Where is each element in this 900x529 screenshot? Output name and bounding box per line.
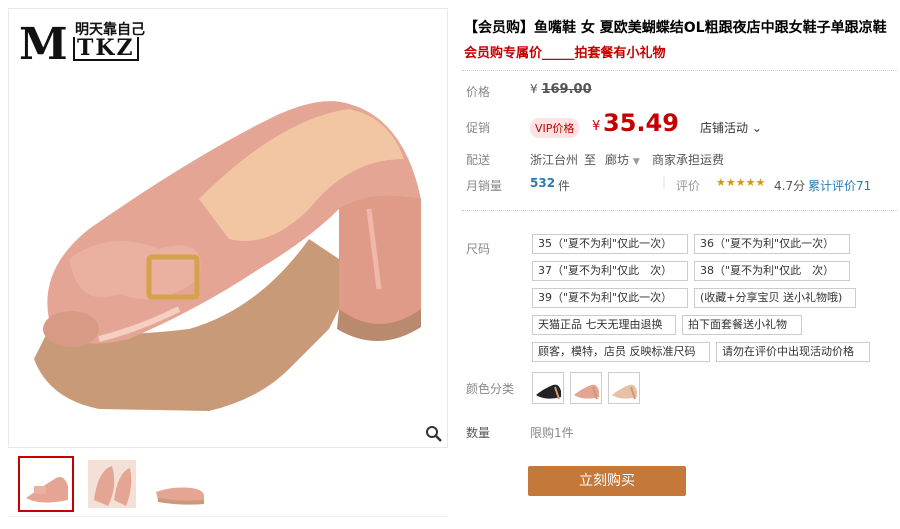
size-option[interactable]: (收藏+分享宝贝 送小礼物哦) xyxy=(694,288,856,308)
size-option[interactable]: 39（"夏不为利"仅此一次） xyxy=(532,288,688,308)
delivery-label: 配送 xyxy=(466,153,491,167)
thumbnail-1[interactable] xyxy=(18,456,74,512)
size-option[interactable]: 顾客，模特，店员 反映标准尺码 xyxy=(532,342,710,362)
delivery-carrier: 商家承担运费 xyxy=(652,153,725,167)
shop-activity-dropdown[interactable]: 店铺活动 ⌄ xyxy=(700,119,762,136)
size-option[interactable]: 拍下面套餐送小礼物 xyxy=(682,315,802,335)
original-price: ¥ 169.00 xyxy=(530,82,592,97)
size-option[interactable]: 38（"夏不为利"仅此 次） xyxy=(694,261,850,281)
promo-label: 促销 xyxy=(466,121,491,135)
price-block: 价格 ¥ 169.00 促销 VIP价格 ¥ 35.49 店铺活动 ⌄ 配送 浙… xyxy=(462,70,898,201)
divider-line xyxy=(462,210,898,211)
star-rating-icon: ★★★★★ xyxy=(716,176,766,189)
thumbnail-3[interactable] xyxy=(152,456,208,512)
price-label: 价格 xyxy=(466,85,491,99)
rating-score: 4.7分 xyxy=(774,179,806,193)
quantity-label: 数量 xyxy=(466,426,491,440)
product-subtitle: 会员购专属价_____拍套餐有小礼物 xyxy=(464,46,666,61)
thumbnail-strip xyxy=(8,456,448,517)
color-label: 颜色分类 xyxy=(466,382,515,396)
color-swatch-pink[interactable] xyxy=(570,372,602,404)
size-option[interactable]: 请勿在评价中出现活动价格 xyxy=(716,342,870,362)
promo-currency: ¥ xyxy=(592,119,601,134)
delivery-to: 至 xyxy=(584,153,597,167)
sales-unit: 件 xyxy=(558,179,571,193)
product-gallery: M 明天靠自己 TKZ xyxy=(8,8,448,523)
divider: | xyxy=(662,175,667,189)
buy-now-button[interactable]: 立刻购买 xyxy=(528,466,686,496)
delivery-destination-select[interactable]: 廊坊 ▼ xyxy=(605,151,640,168)
size-option[interactable]: 37（"夏不为利"仅此 次） xyxy=(532,261,688,281)
zoom-icon[interactable] xyxy=(425,425,443,443)
color-swatch-black[interactable] xyxy=(532,372,564,404)
review-count-link[interactable]: 累计评价71 xyxy=(808,177,871,194)
color-swatch-nude[interactable] xyxy=(608,372,640,404)
sales-label: 月销量 xyxy=(466,179,503,193)
sales-count: 532 xyxy=(530,176,556,190)
size-option[interactable]: 36（"夏不为利"仅此一次） xyxy=(694,234,850,254)
size-option[interactable]: 35（"夏不为利"仅此一次） xyxy=(532,234,688,254)
caret-down-icon: ▼ xyxy=(632,157,640,167)
rating-label: 评价 xyxy=(676,179,701,193)
shoe-illustration xyxy=(34,101,421,411)
product-info: 【会员购】鱼嘴鞋 女 夏欧美蝴蝶结OL粗跟夜店中跟女鞋子单跟凉鞋 会员购专属价_… xyxy=(462,0,900,529)
delivery-origin: 浙江台州 xyxy=(530,153,579,167)
thumbnail-2[interactable] xyxy=(84,456,140,512)
main-product-image[interactable]: M 明天靠自己 TKZ xyxy=(8,8,448,448)
chevron-down-icon: ⌄ xyxy=(748,121,762,135)
purchase-limit: 限购1件 xyxy=(530,426,574,440)
promo-price: 35.49 xyxy=(603,109,679,137)
size-label: 尺码 xyxy=(466,242,491,256)
size-option[interactable]: 天猫正品 七天无理由退换 xyxy=(532,315,676,335)
product-title: 【会员购】鱼嘴鞋 女 夏欧美蝴蝶结OL粗跟夜店中跟女鞋子单跟凉鞋 xyxy=(464,20,887,36)
vip-price-tag: VIP价格 xyxy=(530,118,580,138)
